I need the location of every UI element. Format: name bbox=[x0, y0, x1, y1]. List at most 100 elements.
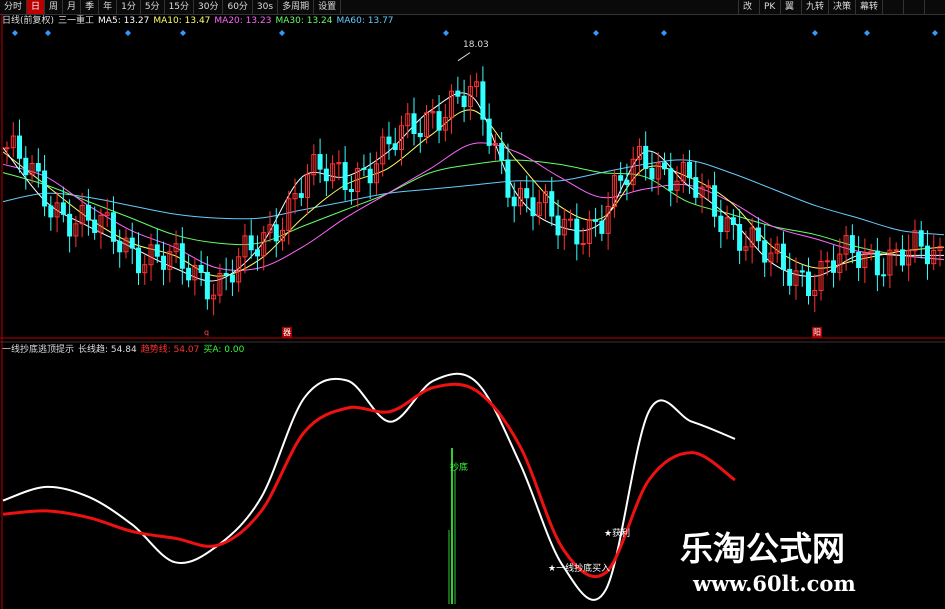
candle-body bbox=[229, 274, 235, 283]
candle-body bbox=[60, 202, 66, 215]
signal-box-b: 阳 bbox=[812, 327, 822, 338]
watermark-url: www.60lt.com bbox=[693, 571, 856, 596]
candle-body bbox=[593, 219, 599, 222]
candle-body bbox=[881, 274, 887, 277]
candle-body bbox=[186, 267, 192, 281]
candle-body bbox=[35, 163, 41, 172]
signal-diamond-8 bbox=[812, 30, 818, 36]
candle-body bbox=[461, 95, 467, 108]
signal-diamond-7 bbox=[661, 30, 667, 36]
candle-body bbox=[574, 218, 580, 245]
candle-body bbox=[4, 147, 10, 150]
candle-body bbox=[367, 168, 373, 184]
stock-chart[interactable] bbox=[0, 0, 945, 609]
candle-body bbox=[918, 230, 924, 247]
signal-diamond-6 bbox=[593, 30, 599, 36]
candle-body bbox=[624, 179, 630, 186]
candle-body bbox=[687, 161, 693, 179]
candle-body bbox=[92, 219, 98, 234]
bottom-signal-label: ★一线抄底买入 bbox=[548, 564, 611, 574]
candle-body bbox=[737, 223, 743, 251]
candle-body bbox=[417, 133, 423, 138]
candle-body bbox=[824, 260, 830, 263]
signal-diamond-9 bbox=[864, 30, 870, 36]
candle-body bbox=[248, 235, 254, 251]
candle-body bbox=[179, 243, 185, 269]
candle-body bbox=[668, 168, 674, 191]
candle-body bbox=[317, 154, 323, 170]
candle-body bbox=[323, 168, 329, 182]
signal-diamond-1 bbox=[45, 30, 51, 36]
candle-body bbox=[42, 170, 48, 207]
candle-body bbox=[154, 244, 160, 257]
candle-body bbox=[555, 215, 561, 236]
candle-body bbox=[273, 224, 279, 242]
candle-body bbox=[298, 193, 304, 198]
candle-body bbox=[486, 118, 492, 146]
signal-box-a: 器 bbox=[282, 327, 292, 338]
candle-body bbox=[511, 196, 517, 207]
max-price-pointer bbox=[457, 52, 471, 62]
watermark-title: 乐淘公式网 bbox=[680, 529, 845, 568]
candle-body bbox=[524, 188, 530, 199]
candle-body bbox=[780, 243, 786, 270]
candle-body bbox=[755, 227, 761, 242]
candle-body bbox=[342, 162, 348, 190]
candle-body bbox=[549, 191, 555, 217]
low-flag-marker: q bbox=[204, 328, 210, 337]
ma-line-ma5 bbox=[2, 92, 944, 282]
candle-body bbox=[618, 175, 624, 181]
candle-body bbox=[135, 247, 141, 274]
candle-body bbox=[580, 242, 586, 245]
candle-body bbox=[787, 268, 793, 286]
candle-body bbox=[893, 249, 899, 252]
signal-diamond-5 bbox=[443, 30, 449, 36]
candle-body bbox=[643, 145, 649, 169]
candle-body bbox=[386, 136, 392, 145]
candle-body bbox=[161, 255, 167, 270]
candle-body bbox=[348, 188, 354, 193]
candle-body bbox=[831, 260, 837, 273]
indicator-line-long bbox=[2, 372, 736, 601]
candle-body bbox=[254, 249, 260, 257]
signal-diamond-10 bbox=[932, 30, 938, 36]
candle-body bbox=[924, 245, 930, 265]
candle-body bbox=[499, 142, 505, 161]
candle-body bbox=[361, 167, 367, 170]
candle-body bbox=[455, 90, 461, 97]
candle-body bbox=[718, 215, 724, 233]
ma-line-ma20 bbox=[2, 142, 945, 271]
candle-body bbox=[204, 271, 210, 300]
candle-body bbox=[480, 81, 486, 120]
candle-body bbox=[568, 218, 574, 221]
signal-diamond-3 bbox=[180, 30, 186, 36]
candle-body bbox=[117, 240, 123, 253]
candle-body bbox=[392, 143, 398, 151]
candle-body bbox=[129, 237, 135, 249]
buy-signal-label: 抄底 bbox=[450, 463, 469, 473]
candle-body bbox=[67, 213, 73, 237]
candle-body bbox=[48, 205, 54, 218]
candle-body bbox=[856, 251, 862, 268]
signal-diamond-4 bbox=[279, 30, 285, 36]
candle-body bbox=[599, 220, 605, 234]
candle-body bbox=[799, 270, 805, 273]
candle-body bbox=[874, 250, 880, 276]
candle-body bbox=[649, 167, 655, 180]
candle-body bbox=[198, 264, 204, 273]
signal-diamond-0 bbox=[12, 30, 18, 36]
candle-body bbox=[505, 159, 511, 198]
max-price-label: 18.03 bbox=[463, 40, 489, 50]
candle-body bbox=[436, 111, 442, 131]
candle-body bbox=[730, 217, 736, 225]
candle-body bbox=[17, 135, 23, 159]
sell-signal-label: ★获利 bbox=[604, 529, 631, 539]
candle-body bbox=[223, 272, 229, 276]
candle-body bbox=[693, 177, 699, 198]
candle-body bbox=[661, 162, 667, 170]
ma-line-ma10 bbox=[2, 109, 945, 277]
signal-diamond-2 bbox=[125, 30, 131, 36]
candle-body bbox=[530, 197, 536, 217]
candle-body bbox=[849, 235, 855, 253]
indicator-line-trend bbox=[2, 382, 736, 579]
